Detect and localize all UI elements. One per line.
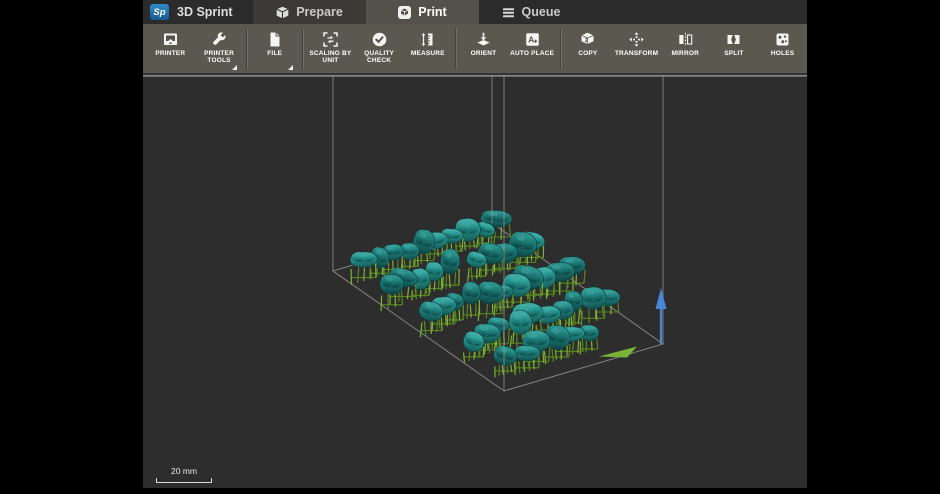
toolbar-button-label: SCALING BY UNIT — [309, 50, 352, 64]
top-bar: Sp 3D Sprint Prepare Print Queue — [143, 0, 807, 24]
mirror-button[interactable]: MIRROR — [661, 24, 710, 73]
print-sphere-icon — [398, 5, 412, 19]
toolbar-button-label: QUALITY CHECK — [364, 50, 395, 64]
copy-icon: 2 — [579, 30, 596, 48]
tab-print[interactable]: Print — [366, 0, 479, 24]
scale-label: 20 mm — [171, 466, 197, 476]
orient-icon — [475, 30, 492, 48]
app-logo-icon: Sp — [150, 4, 169, 20]
toolbar-separator — [455, 28, 457, 69]
toolbar-button-label: ORIENT — [470, 50, 497, 57]
scaling-by-unit-button[interactable]: SCALING BY UNIT — [306, 24, 355, 73]
viewport-3d[interactable]: 20 mm — [143, 75, 807, 488]
transform-button[interactable]: TRANSFORM — [612, 24, 661, 73]
toolbar-button-label: SPLIT — [724, 50, 744, 57]
orient-button[interactable]: ORIENT — [459, 24, 508, 73]
scale-bracket — [156, 478, 212, 483]
measure-button[interactable]: MEASURE — [403, 24, 452, 73]
toolbar-button-label: AUTO PLACE — [510, 50, 555, 57]
autoplace-icon: A — [524, 30, 541, 48]
toolbar-button-label: MEASURE — [410, 50, 445, 57]
split-icon — [725, 30, 742, 48]
quality-check-icon — [371, 30, 388, 48]
toolbar-button-label: TRANSFORM — [614, 50, 659, 57]
scale-bar: 20 mm — [156, 466, 212, 483]
transform-icon — [628, 30, 645, 48]
tab-queue[interactable]: Queue — [479, 0, 583, 24]
scaling-icon — [322, 30, 339, 48]
svg-text:2: 2 — [585, 38, 588, 44]
split-button[interactable]: SPLIT — [710, 24, 759, 73]
quality-check-button[interactable]: QUALITY CHECK — [355, 24, 404, 73]
holes-button[interactable]: HOLES — [758, 24, 807, 73]
printer-button[interactable]: PRINTER — [146, 24, 195, 73]
y-axis-arrow[interactable] — [599, 346, 637, 358]
wrench-icon — [211, 30, 228, 48]
file-icon — [266, 30, 283, 48]
printer-icon — [162, 30, 179, 48]
copy-button[interactable]: 2 COPY — [564, 24, 613, 73]
file-button[interactable]: FILE — [250, 24, 299, 73]
toolbar: PRINTER PRINTER TOOLS FILE SCALING BY UNIT Q… — [143, 24, 807, 74]
toolbar-separator — [559, 28, 561, 69]
toolbar-button-label: MIRROR — [671, 50, 699, 57]
z-axis-arrow[interactable] — [655, 288, 667, 344]
screen: Sp 3D Sprint Prepare Print Queue PRINTER PR… — [0, 0, 940, 494]
toolbar-button-label: PRINTER — [155, 50, 186, 57]
toolbar-button-label: COPY — [578, 50, 598, 57]
toolbar-button-label: HOLES — [770, 50, 795, 57]
mirror-icon — [677, 30, 694, 48]
tab-label: Print — [418, 5, 447, 19]
build-scene-canvas[interactable] — [143, 76, 807, 488]
app-window: Sp 3D Sprint Prepare Print Queue PRINTER PR… — [143, 0, 807, 488]
toolbar-separator — [302, 28, 304, 69]
auto-place-button[interactable]: A AUTO PLACE — [508, 24, 557, 73]
app-title: 3D Sprint — [177, 5, 233, 19]
measure-icon — [419, 30, 436, 48]
tab-label: Queue — [521, 5, 561, 19]
cube-icon — [276, 6, 289, 19]
tab-prepare[interactable]: Prepare — [253, 0, 366, 24]
svg-text:A: A — [528, 34, 534, 44]
printer-tools-button[interactable]: PRINTER TOOLS — [195, 24, 244, 73]
tab-label: Prepare — [296, 5, 343, 19]
queue-list-icon — [502, 6, 515, 19]
toolbar-separator — [246, 28, 248, 69]
holes-icon — [774, 30, 791, 48]
toolbar-button-label: FILE — [267, 50, 283, 57]
toolbar-button-label: PRINTER TOOLS — [204, 50, 234, 64]
model-cluster[interactable] — [349, 210, 621, 378]
